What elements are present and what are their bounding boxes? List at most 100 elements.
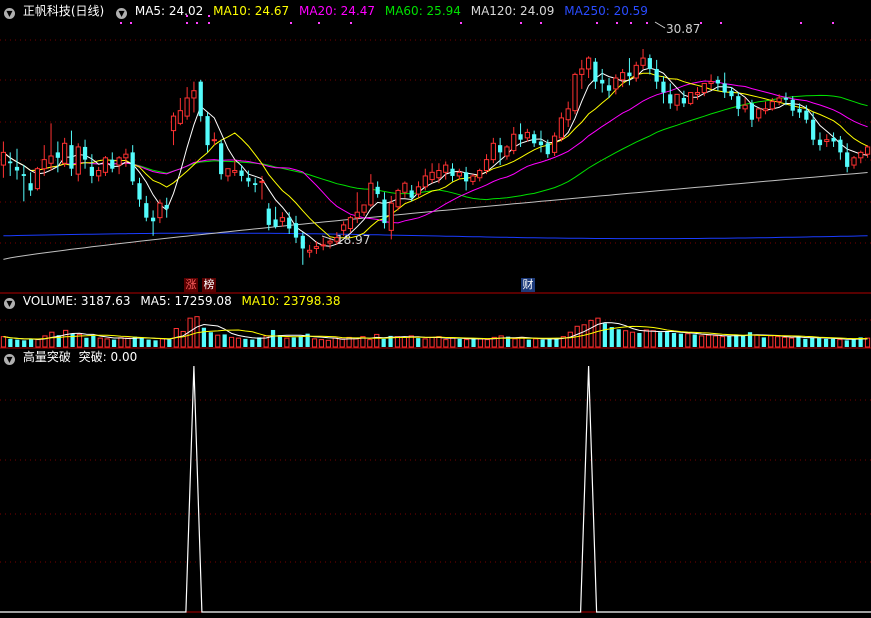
volume-bar [381,338,386,347]
volume-bar [727,335,732,347]
high-price-label: 30.87 [666,22,701,36]
volume-bar [49,331,55,348]
candle-body [388,202,394,231]
volume-bar [22,340,27,347]
candle-body [375,186,380,195]
candle-body [864,146,871,155]
candle-body [606,85,612,91]
candle-body [613,77,619,90]
candle-body [293,223,299,238]
chevron-down-icon[interactable]: ▼ [4,8,15,19]
volume-bar [91,335,96,347]
volume-bar [781,336,788,348]
volume-bar [512,338,518,348]
ma250-line [3,232,868,240]
candle-body [184,97,190,117]
signal-dot [630,22,632,24]
candle-body [422,175,428,188]
signal-dot [208,22,210,24]
volume-bar [823,338,829,347]
signal-dot [616,22,618,24]
candle-body [69,145,74,169]
candle-body [654,68,659,82]
candle-body [253,183,258,186]
tag-cai[interactable]: 财 [521,278,535,292]
tag-bang[interactable]: 榜 [202,278,216,292]
candle-body [715,79,721,84]
volume-bar [215,334,221,348]
candle-body [443,164,449,173]
chevron-down-icon[interactable]: ▼ [4,298,15,309]
candle-body [150,217,156,222]
candle-body [211,139,217,142]
volume-bar [194,316,200,348]
volume-bar [429,336,435,348]
volume-bar [228,336,235,348]
volume-bar [235,337,242,348]
volume-bar [70,333,75,347]
volume-bar [526,339,531,347]
candle-body [572,73,578,112]
candle-body [62,142,68,164]
candle-body [266,208,271,225]
candle-body [668,94,673,104]
volume-bar [567,331,573,348]
signal-dot [130,22,132,24]
candle-body [21,174,26,176]
volume-bar [8,338,13,347]
candle-body [551,135,558,153]
volume-bar [42,335,48,348]
candle-body [8,161,13,164]
candle-body [409,190,414,198]
indicator-legend: ▼ 高量突破 突破: 0.00 [0,348,143,366]
signal-dot [196,22,198,24]
signal-dot [120,22,122,24]
candle-body [219,143,224,175]
signal-dot [290,22,292,24]
candle-body [137,183,142,200]
candle-body [511,133,517,152]
chevron-down-icon[interactable]: ▼ [4,354,15,365]
candle-body [177,110,183,124]
ma10-label: MA10: 24.67 [213,4,290,18]
candle-body [674,93,680,106]
candle-body [205,116,210,146]
candle-body [831,137,836,142]
volume-bar [844,340,849,347]
volume-bar [15,339,20,347]
volume-bar [609,327,614,347]
candle-body [225,168,231,177]
candle-body [361,204,367,213]
candle-body [783,97,789,100]
signal-dot [186,22,188,24]
candle-body [708,81,714,84]
volume-bar [741,335,746,347]
candle-body [558,117,564,139]
candle-body [545,143,550,155]
candle-body [347,217,354,230]
volume-bar [208,332,213,347]
candle-body [627,72,632,77]
breakout-signal-line [0,365,871,613]
volume-bar [270,329,276,347]
volume-bar [775,336,781,348]
chevron-down-icon[interactable]: ▼ [116,8,128,19]
volume-bar [443,339,449,348]
volume-bar [277,335,283,347]
signal-dot [318,22,320,24]
volume-bar [118,337,124,348]
volume-bar [685,333,691,348]
volume-bar [864,337,871,348]
candle-body [600,79,605,84]
candle-body [28,183,33,191]
candle-body [633,64,639,79]
volume-bar [540,339,545,347]
candle-body [858,151,864,159]
candle-body [585,57,592,70]
candle-body [565,108,571,121]
volume-bar [125,337,131,348]
tag-zhang[interactable]: 涨 [184,278,198,292]
indicator-title: 高量突破 [22,350,71,364]
volume-bar [367,339,373,348]
candle-body [742,104,748,110]
